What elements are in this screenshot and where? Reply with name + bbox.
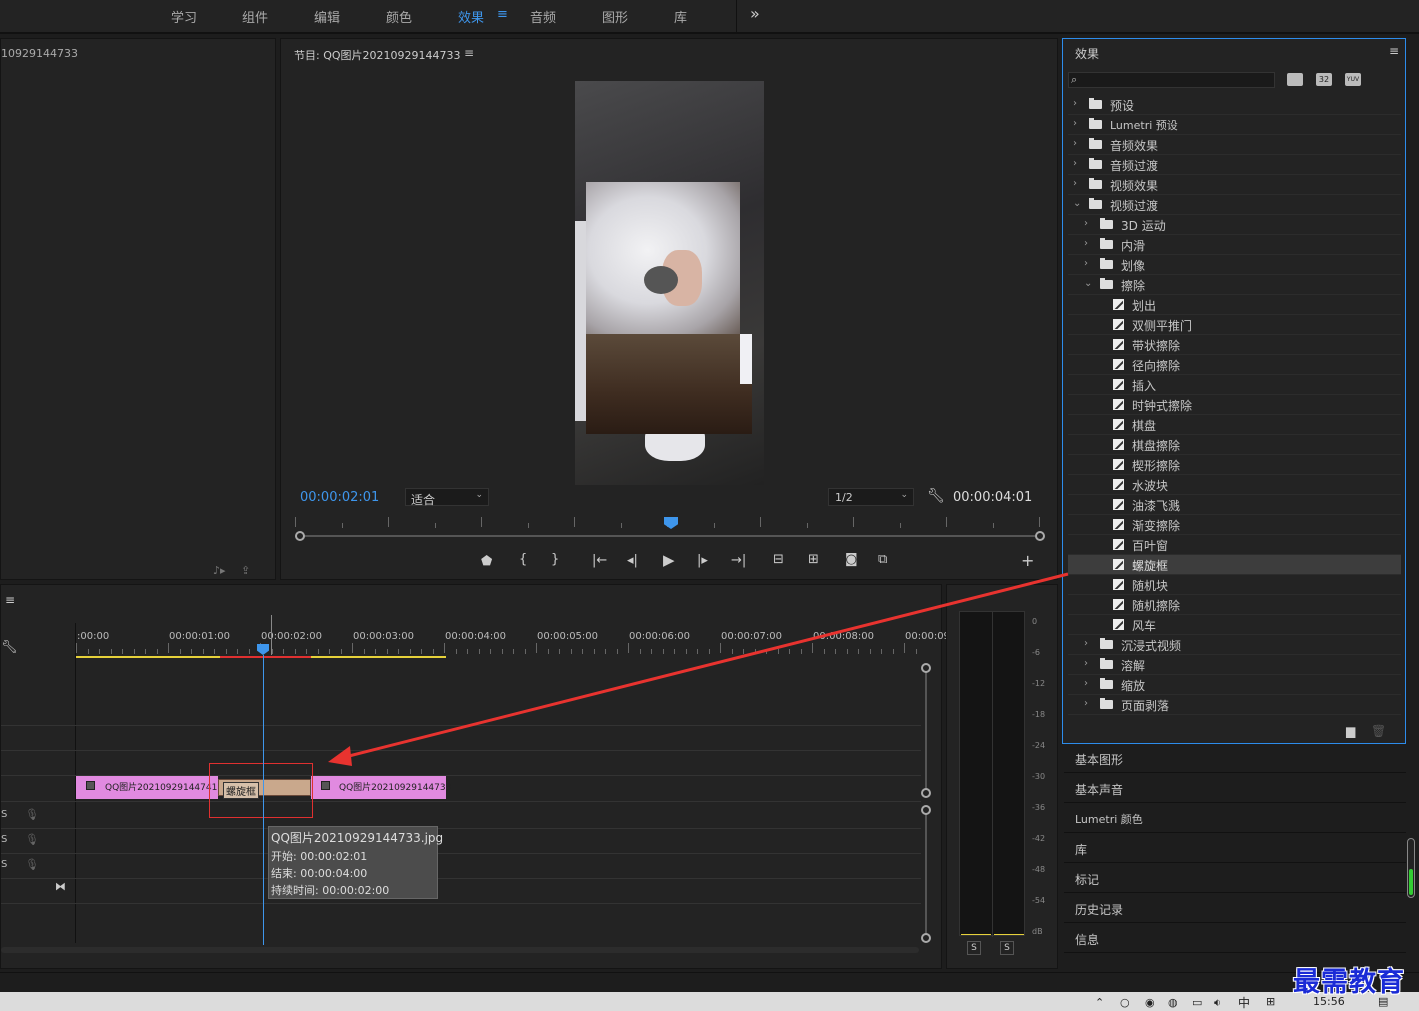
ime-indicator[interactable]: 中 <box>1238 994 1250 1011</box>
status-strip <box>0 972 1419 992</box>
tray-app-icon[interactable]: ◉ <box>1145 996 1155 1009</box>
windows-taskbar: ⌃ ○ ◉ ◍ ▭ 🔉︎ 中 ⊞ 15:56 ▤ <box>0 992 1419 1011</box>
annotation-arrow <box>328 572 1069 766</box>
keyboard-icon[interactable]: ⊞ <box>1266 995 1275 1008</box>
tray-app-icon[interactable]: ○ <box>1120 996 1130 1009</box>
tray-app-icon[interactable]: ◍ <box>1168 996 1178 1009</box>
network-icon[interactable]: ▭ <box>1192 996 1202 1009</box>
tray-chevron-icon[interactable]: ⌃ <box>1095 996 1104 1009</box>
volume-icon[interactable]: 🔉︎ <box>1214 996 1221 1010</box>
watermark-logo: 最需教育 <box>1293 967 1405 998</box>
